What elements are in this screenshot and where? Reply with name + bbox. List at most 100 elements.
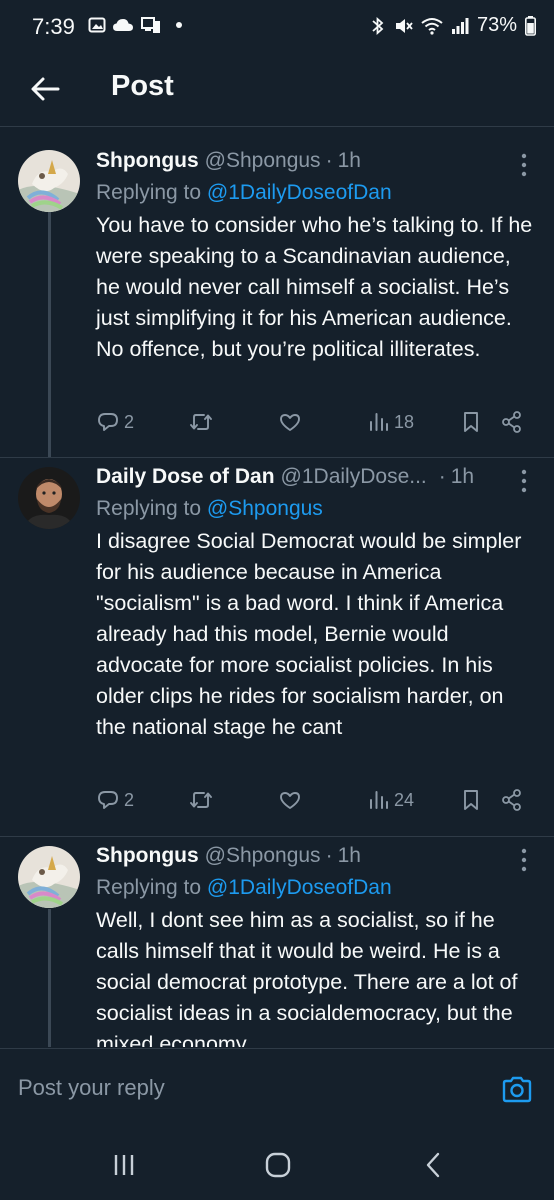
tweet-actions: 2 18 bbox=[96, 410, 536, 440]
reply-count: 2 bbox=[124, 411, 135, 432]
reply-icon bbox=[98, 413, 118, 431]
tweet-header: Shpongus @Shpongus · 1h bbox=[96, 842, 534, 870]
reply-icon bbox=[98, 791, 118, 809]
tweet-body: Shpongus @Shpongus · 1h Replying to @1Da… bbox=[96, 147, 534, 365]
recent-apps-icon bbox=[114, 1155, 134, 1175]
status-time: 7:39 bbox=[32, 14, 75, 39]
author-handle[interactable]: @1DailyDose... bbox=[281, 463, 427, 491]
replying-label: Replying to bbox=[96, 497, 202, 520]
more-vertical-icon bbox=[521, 848, 527, 872]
replying-to: Replying to @Shpongus bbox=[96, 494, 534, 524]
back-nav-button[interactable] bbox=[414, 1150, 454, 1180]
more-vertical-icon bbox=[521, 153, 527, 177]
cloud-icon bbox=[113, 19, 133, 31]
like-button[interactable] bbox=[278, 410, 302, 434]
thread-line bbox=[48, 210, 51, 457]
reply-button[interactable]: 2 bbox=[96, 410, 134, 434]
home-button[interactable] bbox=[258, 1150, 298, 1180]
tweet-header: Shpongus @Shpongus · 1h bbox=[96, 147, 534, 175]
thread-line bbox=[48, 909, 51, 1047]
tweet-actions: 2 24 bbox=[96, 788, 536, 818]
tweet-body: Daily Dose of Dan @1DailyDose... · 1h Re… bbox=[96, 463, 534, 743]
bookmark-button[interactable] bbox=[460, 410, 482, 434]
more-button[interactable] bbox=[514, 846, 534, 874]
retweet-icon bbox=[190, 414, 212, 430]
views-icon bbox=[370, 413, 388, 431]
heart-icon bbox=[280, 792, 300, 809]
share-icon bbox=[502, 411, 521, 433]
status-right: 73% bbox=[371, 14, 536, 37]
bookmark-icon bbox=[464, 412, 478, 432]
replying-label: Replying to bbox=[96, 876, 202, 899]
bluetooth-icon bbox=[372, 16, 384, 35]
more-button[interactable] bbox=[514, 151, 534, 179]
author-name[interactable]: Daily Dose of Dan bbox=[96, 463, 275, 491]
replying-to-handle[interactable]: @1DailyDoseofDan bbox=[207, 181, 392, 204]
home-icon bbox=[265, 1152, 291, 1178]
timestamp[interactable]: 1h bbox=[338, 147, 361, 175]
page-title: Post bbox=[111, 70, 174, 102]
replying-to-handle[interactable]: @1DailyDoseofDan bbox=[207, 876, 392, 899]
tweet[interactable]: Shpongus @Shpongus · 1h Replying to @1Da… bbox=[0, 127, 554, 457]
replying-label: Replying to bbox=[96, 181, 202, 204]
avatar-image bbox=[18, 467, 80, 529]
views-button[interactable]: 18 bbox=[368, 410, 414, 434]
battery-percent: 73% bbox=[476, 14, 517, 36]
replying-to: Replying to @1DailyDoseofDan bbox=[96, 873, 534, 903]
timestamp[interactable]: 1h bbox=[451, 463, 474, 491]
tweet-header: Daily Dose of Dan @1DailyDose... · 1h bbox=[96, 463, 534, 491]
chevron-left-icon bbox=[426, 1152, 440, 1178]
avatar[interactable] bbox=[18, 150, 80, 212]
retweet-icon bbox=[190, 792, 212, 808]
tweet-text: Well, I dont see him as a socialist, so … bbox=[96, 908, 518, 1047]
reply-count: 2 bbox=[124, 789, 135, 810]
dot-icon bbox=[176, 22, 182, 28]
tweet-text: You have to consider who he’s talking to… bbox=[96, 213, 533, 361]
avatar[interactable] bbox=[18, 846, 80, 908]
retweet-button[interactable] bbox=[188, 788, 214, 812]
reply-bar: Post your reply bbox=[0, 1048, 554, 1133]
mute-icon bbox=[395, 18, 413, 33]
more-vertical-icon bbox=[521, 469, 527, 493]
camera-icon bbox=[502, 1076, 532, 1103]
signal-icon bbox=[451, 17, 469, 34]
recent-apps-button[interactable] bbox=[104, 1150, 144, 1180]
bookmark-icon bbox=[464, 790, 478, 810]
arrow-left-icon bbox=[31, 77, 60, 101]
gallery-icon bbox=[88, 17, 106, 33]
back-button[interactable] bbox=[28, 71, 64, 107]
tweet-text: I disagree Social Democrat would be simp… bbox=[96, 529, 522, 739]
more-button[interactable] bbox=[514, 467, 534, 495]
thread[interactable]: Shpongus @Shpongus · 1h Replying to @1Da… bbox=[0, 127, 554, 1047]
notification-icons bbox=[80, 16, 182, 34]
system-nav-bar bbox=[0, 1132, 554, 1200]
author-name[interactable]: Shpongus bbox=[96, 842, 199, 870]
reply-input[interactable]: Post your reply bbox=[18, 1075, 165, 1101]
tweet[interactable]: Daily Dose of Dan @1DailyDose... · 1h Re… bbox=[0, 458, 554, 836]
avatar-image bbox=[18, 846, 80, 908]
replying-to: Replying to @1DailyDoseofDan bbox=[96, 178, 534, 208]
views-icon bbox=[370, 791, 388, 809]
app-header: Post bbox=[0, 56, 554, 127]
retweet-button[interactable] bbox=[188, 410, 214, 434]
view-count: 24 bbox=[394, 789, 415, 810]
view-count: 18 bbox=[394, 411, 415, 432]
share-icon bbox=[502, 789, 521, 811]
author-name[interactable]: Shpongus bbox=[96, 147, 199, 175]
tweet[interactable]: Shpongus @Shpongus · 1h Replying to @1Da… bbox=[0, 837, 554, 1047]
share-button[interactable] bbox=[500, 788, 524, 812]
avatar[interactable] bbox=[18, 467, 80, 529]
views-button[interactable]: 24 bbox=[368, 788, 414, 812]
replying-to-handle[interactable]: @Shpongus bbox=[207, 497, 323, 520]
wifi-icon bbox=[421, 17, 443, 35]
timestamp[interactable]: 1h bbox=[338, 842, 361, 870]
camera-button[interactable] bbox=[500, 1073, 534, 1107]
author-handle[interactable]: @Shpongus bbox=[205, 842, 321, 870]
share-button[interactable] bbox=[500, 410, 524, 434]
bookmark-button[interactable] bbox=[460, 788, 482, 812]
like-button[interactable] bbox=[278, 788, 302, 812]
author-handle[interactable]: @Shpongus bbox=[205, 147, 321, 175]
reply-button[interactable]: 2 bbox=[96, 788, 134, 812]
battery-icon bbox=[525, 15, 536, 36]
heart-icon bbox=[280, 414, 300, 431]
